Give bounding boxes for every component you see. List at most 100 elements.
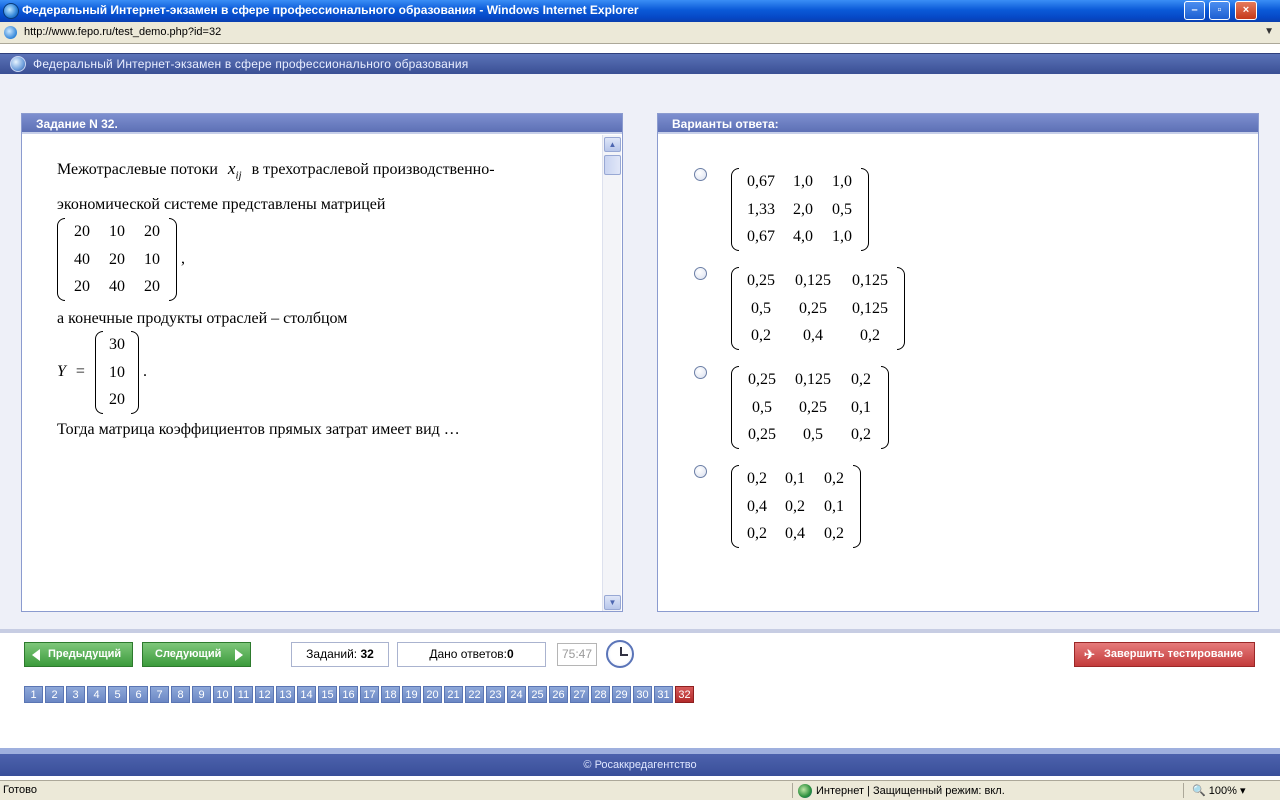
internet-globe-icon bbox=[798, 784, 812, 798]
question-number-18[interactable]: 18 bbox=[381, 686, 400, 703]
zoom-level[interactable]: 🔍 100% ▾ bbox=[1192, 784, 1245, 797]
question-number-9[interactable]: 9 bbox=[192, 686, 211, 703]
matrix-cell: 0,2 bbox=[785, 497, 805, 515]
matrix-cell: 40 bbox=[109, 278, 125, 296]
answer-radio-3[interactable] bbox=[694, 366, 707, 379]
maximize-button[interactable]: ▫ bbox=[1209, 1, 1230, 20]
close-button[interactable]: × bbox=[1235, 1, 1257, 20]
matrix-cell: 0,25 bbox=[748, 426, 776, 443]
minimize-button[interactable]: – bbox=[1184, 1, 1205, 20]
question-number-25[interactable]: 25 bbox=[528, 686, 547, 703]
column-grid: 30 10 20 bbox=[103, 331, 131, 414]
matrix-cell: 0,25 bbox=[799, 398, 827, 416]
question-number-3[interactable]: 3 bbox=[66, 686, 85, 703]
question-number-21[interactable]: 21 bbox=[444, 686, 463, 703]
question-number-7[interactable]: 7 bbox=[150, 686, 169, 703]
question-number-11[interactable]: 11 bbox=[234, 686, 253, 703]
matrix-cell: 2,0 bbox=[793, 200, 813, 218]
page-icon bbox=[4, 26, 17, 39]
right-paren bbox=[861, 168, 869, 251]
question-number-32[interactable]: 32 bbox=[675, 686, 694, 703]
finish-test-button[interactable]: ✈ Завершить тестирование bbox=[1074, 642, 1255, 667]
question-number-8[interactable]: 8 bbox=[171, 686, 190, 703]
matrix-cell: 0,67 bbox=[747, 228, 775, 245]
security-zone[interactable]: Интернет | Защищенный режим: вкл. bbox=[798, 784, 1005, 798]
matrix-cell: 0,2 bbox=[860, 327, 880, 344]
column-period: . bbox=[142, 363, 147, 381]
question-number-14[interactable]: 14 bbox=[297, 686, 316, 703]
answer-option-1[interactable]: 0,67 1,0 1,0 1,33 2,0 0,5 0,67 4,0 1,0 bbox=[694, 168, 869, 251]
tasks-value: 32 bbox=[360, 647, 374, 661]
matrix-cell: 0,2 bbox=[751, 327, 771, 344]
zone-text: Интернет | Защищенный режим: вкл. bbox=[816, 785, 1005, 797]
question-number-bar: 1 2 3 4 5 6 7 8 9 10 11 12 13 14 15 16 17 18 19 20 21 22 23 24 2… bbox=[24, 686, 694, 703]
answer-matrix-2: 0,25 0,125 0,125 0,5 0,25 0,125 0,2 0,4 … bbox=[731, 267, 905, 350]
matrix-cell: 0,125 bbox=[795, 371, 831, 388]
question-number-12[interactable]: 12 bbox=[255, 686, 274, 703]
window-title-bar: Федеральный Интернет-экзамен в сфере про… bbox=[0, 0, 1280, 22]
prev-button[interactable]: Предыдущий bbox=[24, 642, 133, 667]
next-button[interactable]: Следующий bbox=[142, 642, 251, 667]
next-label: Следующий bbox=[155, 648, 222, 660]
answer-matrix-4: 0,2 0,1 0,2 0,4 0,2 0,1 0,2 0,4 0,2 bbox=[731, 465, 861, 548]
status-ready: Готово bbox=[3, 784, 37, 796]
question-number-22[interactable]: 22 bbox=[465, 686, 484, 703]
question-number-17[interactable]: 17 bbox=[360, 686, 379, 703]
scroll-down-icon[interactable]: ▼ bbox=[604, 595, 621, 610]
question-number-1[interactable]: 1 bbox=[24, 686, 43, 703]
answer-radio-4[interactable] bbox=[694, 465, 707, 478]
scroll-up-icon[interactable]: ▲ bbox=[604, 137, 621, 152]
final-product-row: Y = 30 10 20 . bbox=[57, 331, 577, 415]
left-paren bbox=[731, 168, 739, 251]
right-paren bbox=[853, 465, 861, 548]
column-cell: 30 bbox=[108, 336, 125, 354]
answer-radio-2[interactable] bbox=[694, 267, 707, 280]
matrix-cell: 1,33 bbox=[747, 200, 775, 218]
question-number-20[interactable]: 20 bbox=[423, 686, 442, 703]
question-number-5[interactable]: 5 bbox=[108, 686, 127, 703]
question-number-10[interactable]: 10 bbox=[213, 686, 232, 703]
address-bar[interactable]: http://www.fepo.ru/test_demo.php?id=32 ▼ bbox=[0, 22, 1280, 44]
address-dropdown-icon[interactable]: ▼ bbox=[1264, 26, 1274, 37]
answers-count-box: Дано ответов:0 bbox=[397, 642, 546, 667]
answers-given-value: 0 bbox=[506, 647, 514, 661]
question-line-3: а конечные продукты отраслей – столбцом bbox=[57, 310, 348, 328]
right-paren bbox=[897, 267, 905, 350]
question-number-30[interactable]: 30 bbox=[633, 686, 652, 703]
url-text[interactable]: http://www.fepo.ru/test_demo.php?id=32 bbox=[24, 26, 221, 38]
question-heading: Задание N 32. bbox=[22, 114, 622, 134]
scroll-thumb[interactable] bbox=[604, 155, 621, 175]
question-number-4[interactable]: 4 bbox=[87, 686, 106, 703]
question-number-6[interactable]: 6 bbox=[129, 686, 148, 703]
question-number-16[interactable]: 16 bbox=[339, 686, 358, 703]
answer-option-2[interactable]: 0,25 0,125 0,125 0,5 0,25 0,125 0,2 0,4 … bbox=[694, 267, 905, 350]
matrix-cell: 0,1 bbox=[785, 470, 805, 487]
question-scrollbar[interactable]: ▲ ▼ bbox=[602, 135, 621, 611]
matrix-cell: 0,5 bbox=[752, 398, 772, 416]
prev-label: Предыдущий bbox=[48, 648, 122, 660]
question-number-24[interactable]: 24 bbox=[507, 686, 526, 703]
matrix-cell: 0,1 bbox=[824, 497, 844, 515]
site-footer: © Росаккредагентство bbox=[0, 748, 1280, 776]
question-number-2[interactable]: 2 bbox=[45, 686, 64, 703]
matrix-cell: 0,5 bbox=[751, 299, 771, 317]
answer-matrix-1: 0,67 1,0 1,0 1,33 2,0 0,5 0,67 4,0 1,0 bbox=[731, 168, 869, 251]
tasks-count-box: Заданий: 32 bbox=[291, 642, 389, 667]
question-number-26[interactable]: 26 bbox=[549, 686, 568, 703]
matrix-cell: 0,5 bbox=[803, 426, 823, 443]
answer-option-3[interactable]: 0,25 0,125 0,2 0,5 0,25 0,1 0,25 0,5 0,2 bbox=[694, 366, 889, 449]
answer-option-4[interactable]: 0,2 0,1 0,2 0,4 0,2 0,1 0,2 0,4 0,2 bbox=[694, 465, 861, 548]
left-paren bbox=[731, 465, 739, 548]
question-number-27[interactable]: 27 bbox=[570, 686, 589, 703]
question-number-31[interactable]: 31 bbox=[654, 686, 673, 703]
footer-copyright: © Росаккредагентство bbox=[0, 754, 1280, 776]
question-number-15[interactable]: 15 bbox=[318, 686, 337, 703]
question-number-23[interactable]: 23 bbox=[486, 686, 505, 703]
answer-radio-1[interactable] bbox=[694, 168, 707, 181]
matrix-cell: 10 bbox=[109, 223, 125, 241]
matrix-cell: 0,125 bbox=[852, 299, 888, 317]
question-number-29[interactable]: 29 bbox=[612, 686, 631, 703]
question-number-28[interactable]: 28 bbox=[591, 686, 610, 703]
question-number-19[interactable]: 19 bbox=[402, 686, 421, 703]
question-number-13[interactable]: 13 bbox=[276, 686, 295, 703]
